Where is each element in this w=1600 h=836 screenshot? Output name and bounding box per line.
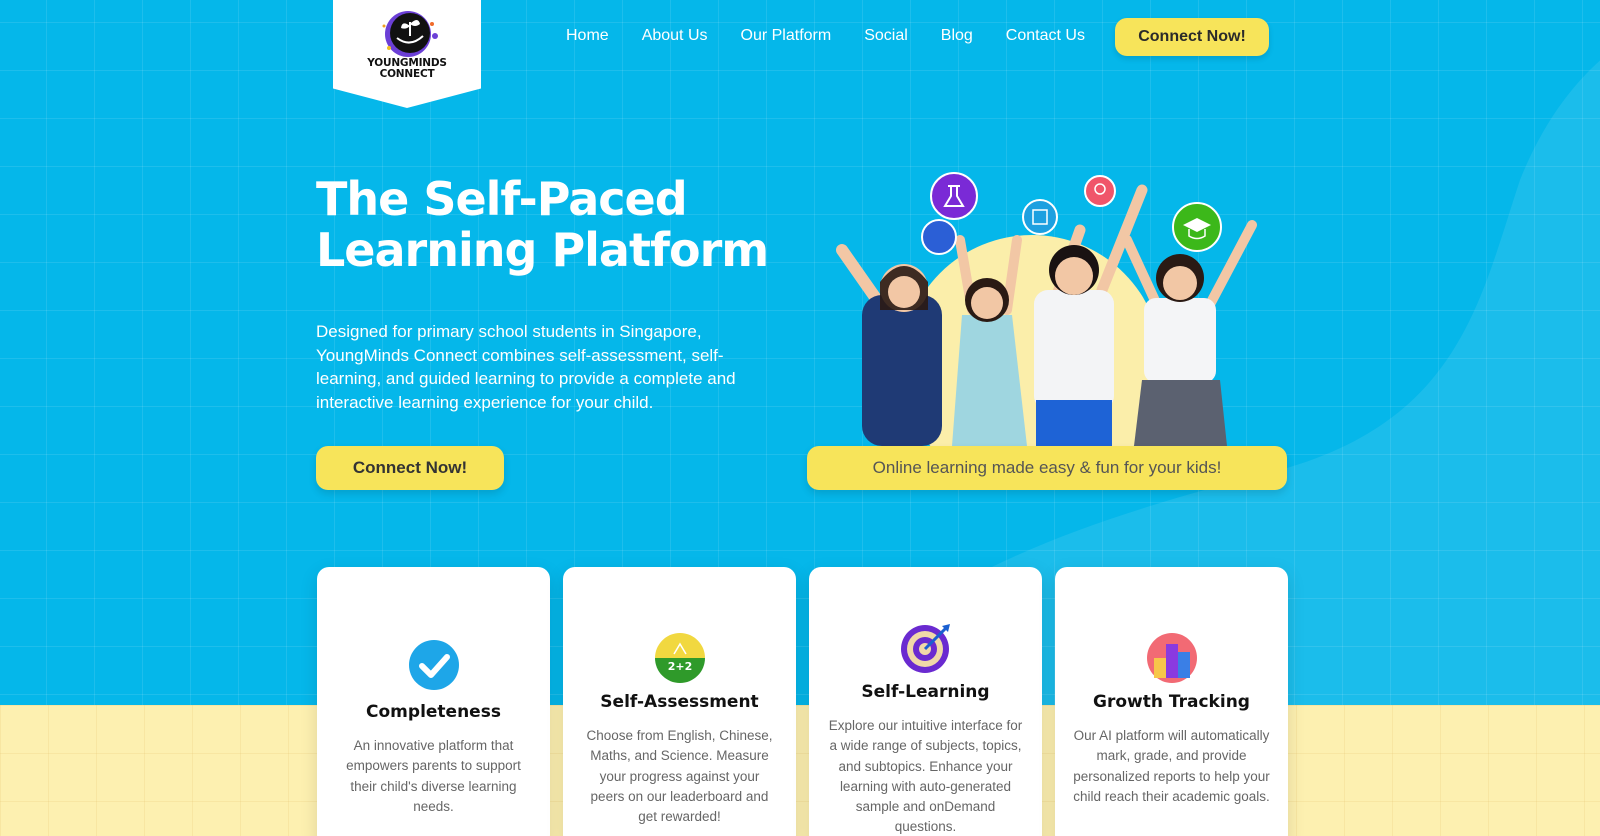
nav-our-platform[interactable]: Our Platform	[741, 24, 832, 48]
kid-figure-4	[1122, 220, 1257, 446]
nav-connect-button[interactable]: Connect Now!	[1115, 18, 1269, 56]
card-text: An innovative platform that empowers par…	[346, 738, 521, 814]
bottom-section	[0, 705, 1600, 836]
card-text: Explore our intuitive interface for a wi…	[828, 718, 1023, 835]
bar-chart-icon	[1147, 633, 1197, 683]
lightbulb-icon	[1084, 175, 1116, 207]
card-title: Completeness	[366, 702, 501, 722]
feature-card-completeness: Completeness An innovative platform that…	[317, 567, 550, 836]
target-icon	[901, 624, 950, 673]
hero-title: The Self-Paced Learning Platform	[316, 172, 769, 277]
flask-icon	[930, 172, 978, 220]
main-nav: Home About Us Our Platform Social Blog C…	[566, 24, 1118, 48]
card-title: Self-Assessment	[600, 692, 759, 712]
nav-home[interactable]: Home	[566, 24, 609, 48]
abacus-icon	[1022, 199, 1058, 235]
site-logo[interactable]: YOUNGMINDS CONNECT	[333, 0, 481, 108]
ruler-icon	[921, 219, 957, 255]
hero-tagline: Online learning made easy & fun for your…	[807, 446, 1287, 490]
nav-blog[interactable]: Blog	[941, 24, 973, 48]
logo-text: YOUNGMINDS CONNECT	[367, 57, 447, 80]
card-title: Self-Learning	[861, 682, 990, 702]
check-circle-icon	[409, 640, 459, 690]
feature-card-self-learning: Self-Learning Explore our intuitive inte…	[809, 567, 1042, 836]
kid-figure-1	[836, 244, 942, 446]
card-title: Growth Tracking	[1093, 692, 1250, 712]
card-text: Choose from English, Chinese, Maths, and…	[586, 728, 773, 825]
card-text: Our AI platform will automatically mark,…	[1073, 728, 1270, 804]
nav-social[interactable]: Social	[864, 24, 908, 48]
logo-mark-icon	[382, 11, 438, 57]
feature-card-growth-tracking: Growth Tracking Our AI platform will aut…	[1055, 567, 1288, 836]
hero-connect-button[interactable]: Connect Now!	[316, 446, 504, 490]
feature-card-self-assessment: 2+2 Self-Assessment Choose from English,…	[563, 567, 796, 836]
hero-section	[0, 0, 1600, 705]
svg-text:2+2: 2+2	[668, 660, 693, 673]
hero-kids-image	[836, 172, 1257, 446]
math-2plus2-icon: 2+2	[655, 633, 705, 683]
nav-about-us[interactable]: About Us	[642, 24, 708, 48]
hero-description: Designed for primary school students in …	[316, 322, 736, 412]
nav-contact-us[interactable]: Contact Us	[1006, 24, 1085, 48]
